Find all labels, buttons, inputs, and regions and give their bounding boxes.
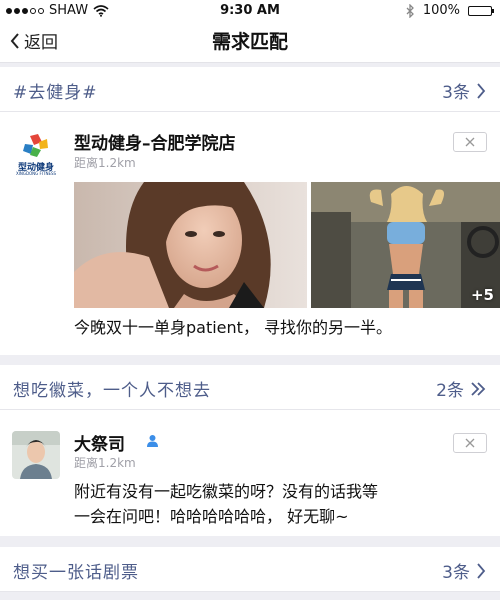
bluetooth-icon: [406, 3, 414, 18]
more-photos-badge: +5: [470, 286, 494, 304]
post-photo-fitness[interactable]: +5: [311, 182, 500, 308]
screen: SHAW 9:30 AM 100% 返回 需求匹配 #去健身# 3条 型动健身 …: [0, 0, 500, 600]
post-text: 今晚双十一单身patient， 寻找你的另一半。: [74, 318, 393, 337]
section-count-link[interactable]: 3条: [442, 78, 486, 103]
section-count: 2条: [436, 381, 464, 401]
poster-name[interactable]: 型动健身–合肥学院店: [74, 129, 236, 154]
avatar[interactable]: [12, 431, 60, 479]
chevron-right-icon: [477, 82, 486, 99]
section-title: 想吃徽菜，一个人不想去: [13, 381, 211, 401]
post-card-food[interactable]: 大祭司 距离1.2km 附近有没有一起吃徽菜的呀？没有的话我等 一会在问吧！哈哈…: [0, 410, 500, 536]
close-icon: [465, 438, 475, 448]
dismiss-button[interactable]: [453, 132, 487, 152]
battery-icon: [468, 5, 494, 16]
poster-name[interactable]: 大祭司: [74, 430, 125, 455]
back-label: 返回: [24, 33, 58, 53]
status-bar: SHAW 9:30 AM 100%: [0, 0, 500, 22]
distance-label: 距离1.2km: [74, 156, 136, 170]
double-chevron-right-icon: [471, 381, 486, 396]
chevron-right-icon: [477, 562, 486, 579]
section-count: 3条: [442, 563, 470, 583]
section-title: 想买一张话剧票: [13, 563, 139, 583]
section-title: #去健身#: [13, 83, 98, 103]
section-header-theater[interactable]: 想买一张话剧票 3条: [0, 547, 500, 592]
chevron-left-icon: [10, 32, 19, 49]
status-right: 100%: [406, 3, 494, 18]
section-count-link[interactable]: 3条: [442, 558, 486, 583]
dismiss-button[interactable]: [453, 433, 487, 453]
page-title: 需求匹配: [211, 31, 288, 53]
gym-logo: 型动健身 XINGDONG FITNESS: [12, 130, 60, 178]
section-header-fitness[interactable]: #去健身# 3条: [0, 67, 500, 112]
section-count-link[interactable]: 2条: [436, 376, 486, 401]
back-button[interactable]: 返回: [10, 28, 58, 53]
post-text-line-1: 附近有没有一起吃徽菜的呀？没有的话我等: [74, 482, 379, 501]
close-icon: [465, 137, 475, 147]
distance-label: 距离1.2km: [74, 456, 136, 470]
navigation-bar: 返回 需求匹配: [0, 22, 500, 63]
section-count: 3条: [442, 83, 470, 103]
post-text-line-2: 一会在问吧！哈哈哈哈哈哈， 好无聊~: [74, 507, 349, 526]
post-photo-portrait[interactable]: [74, 182, 307, 308]
verified-user-icon: [146, 433, 159, 452]
logo-subtext: XINGDONG FITNESS: [15, 171, 57, 176]
battery-percent: 100%: [422, 3, 460, 18]
section-header-food[interactable]: 想吃徽菜，一个人不想去 2条: [0, 365, 500, 410]
post-card-fitness[interactable]: 型动健身 XINGDONG FITNESS 型动健身–合肥学院店 距离1.2km: [0, 112, 500, 355]
